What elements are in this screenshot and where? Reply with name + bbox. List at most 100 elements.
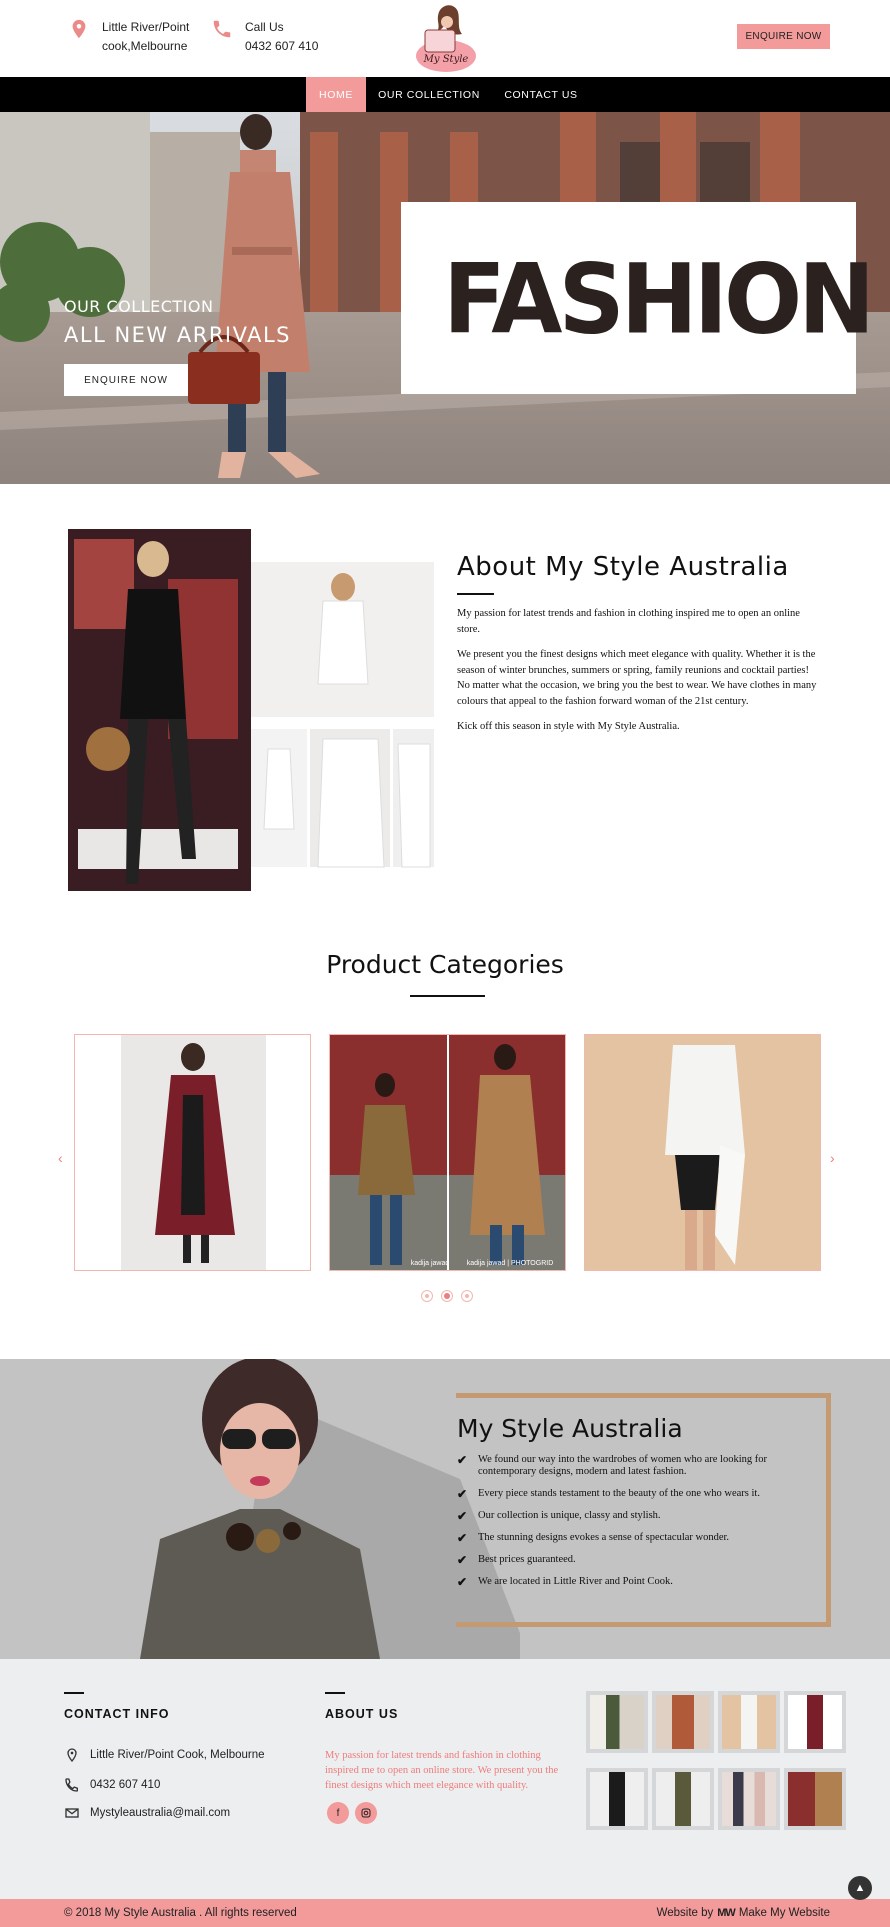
feature-point: We are located in Little River and Point… [478,1576,673,1587]
checkmark-icon: ✔ [457,1487,468,1501]
logo-text: My Style [423,54,469,65]
gallery-thumb[interactable] [652,1691,714,1753]
checkmark-icon: ✔ [457,1531,468,1545]
list-item: ✔ Our collection is unique, classy and st… [457,1510,817,1522]
instagram-icon[interactable] [355,1802,377,1824]
category-image-1 [75,1035,310,1270]
fashion-collage-card: FASHION [401,202,875,394]
contact-info-heading: CONTACT INFO [64,1707,170,1721]
carousel-dot-3[interactable] [461,1290,473,1302]
category-card-1[interactable] [74,1034,311,1271]
list-item: ✔ Every piece stands testament to the bea… [457,1488,817,1500]
gallery-thumb[interactable] [718,1691,780,1753]
gallery-thumb[interactable] [718,1768,780,1830]
location-pin-icon [72,19,86,39]
site-footer: CONTACT INFO Little River/Point Cook, Me… [0,1659,890,1899]
footer-about-text: My passion for latest trends and fashion… [325,1750,559,1791]
about-collage [68,529,434,891]
about-title: About My Style Australia [457,552,789,582]
footer-phone: 0432 607 410 [64,1777,160,1793]
feature-title: My Style Australia [457,1414,683,1443]
header-address-line1: Little River/Point [102,20,190,34]
header-enquire-button[interactable]: ENQUIRE NOW [737,24,830,49]
copyright-text: © 2018 My Style Australia . All rights r… [64,1907,297,1919]
site-header: Little River/Point cook,Melbourne Call U… [0,0,890,77]
logo-illustration: My Style [416,5,476,72]
make-my-website-logo: MW [717,1907,736,1919]
checkmark-icon: ✔ [457,1509,468,1523]
checkmark-icon: ✔ [457,1575,468,1589]
gallery-thumb[interactable] [784,1768,846,1830]
gallery-thumb[interactable] [784,1691,846,1753]
credit-prefix: Website by [656,1907,714,1919]
header-phone-link[interactable]: 0432 607 410 [245,39,318,53]
categories-title-underline [410,995,485,997]
feature-list: ✔ We found our way into the wardrobes of … [457,1454,817,1598]
header-address: Little River/Point cook,Melbourne [68,18,189,56]
fashion-collage-word: FASHION [443,243,875,356]
feature-point: Our collection is unique, classy and sty… [478,1510,661,1521]
footer-email-link[interactable]: Mystyleaustralia@mail.com [90,1807,230,1819]
footer-address-text: Little River/Point Cook, Melbourne [90,1749,265,1761]
list-item: ✔ We found our way into the wardrobes of … [457,1454,817,1478]
nav-home[interactable]: HOME [306,77,366,112]
chevron-right-icon[interactable]: › [830,1150,835,1166]
category-image-3 [585,1035,820,1270]
credit-name: Make My Website [738,1907,830,1919]
header-call: Call Us 0432 607 410 [211,18,318,56]
about-heading-rule [325,1692,345,1694]
footer-email: Mystyleaustralia@mail.com [64,1805,230,1821]
category-image-2-caption: kadija jawad | PHOTOGRID [467,1260,554,1267]
phone-icon [65,1778,78,1792]
about-us-heading: ABOUT US [325,1707,399,1721]
facebook-icon[interactable]: f [327,1802,349,1824]
scroll-to-top-button[interactable]: ▲ [848,1876,872,1900]
category-image-2: kadija jawad kadija jawad | PHOTOGRID [330,1035,565,1270]
about-paragraph: Kick off this season in style with My St… [457,721,680,732]
checkmark-icon: ✔ [457,1553,468,1567]
carousel-pagination [421,1290,473,1302]
gallery-thumb[interactable] [586,1691,648,1753]
chevron-left-icon[interactable]: ‹ [58,1150,63,1166]
header-address-line2: cook,Melbourne [102,39,188,53]
category-card-3[interactable] [584,1034,821,1271]
hero-enquire-button[interactable]: ENQUIRE NOW [64,364,188,396]
about-paragraph: We present you the finest designs which … [457,649,817,707]
category-card-2[interactable]: kadija jawad kadija jawad | PHOTOGRID [329,1034,566,1271]
checkmark-icon: ✔ [457,1453,468,1467]
instagram-glyph [361,1808,371,1818]
list-item: ✔ Best prices guaranteed. [457,1554,817,1566]
carousel-dot-2[interactable] [441,1290,453,1302]
list-item: ✔ The stunning designs evokes a sense of … [457,1532,817,1544]
main-nav: HOME OUR COLLECTION CONTACT US [0,77,890,112]
nav-our-collection[interactable]: OUR COLLECTION [366,77,492,112]
nav-contact-us[interactable]: CONTACT US [492,77,590,112]
website-credit[interactable]: Website by MW Make My Website [657,1907,830,1919]
list-item: ✔ We are located in Little River and Poin… [457,1576,817,1588]
feature-point: We found our way into the wardrobes of w… [478,1454,767,1477]
about-text: My passion for latest trends and fashion… [457,606,823,745]
footer-bottom-bar: © 2018 My Style Australia . All rights r… [0,1899,890,1927]
hero-kicker: OUR COLLECTION [64,297,214,316]
categories-title: Product Categories [326,950,564,979]
gallery-thumb[interactable] [652,1768,714,1830]
location-pin-icon [67,1748,77,1763]
feature-point: The stunning designs evokes a sense of s… [478,1532,730,1543]
phone-icon [213,20,231,38]
feature-band: My Style Australia ✔ We found our way int… [0,1359,890,1659]
feature-point: Every piece stands testament to the beau… [478,1488,760,1499]
hero-title: ALL NEW ARRIVALS [64,323,292,347]
gallery-thumb[interactable] [586,1768,648,1830]
site-logo[interactable]: My Style [413,2,479,74]
carousel-dot-1[interactable] [421,1290,433,1302]
feature-point: Best prices guaranteed. [478,1554,576,1565]
contact-heading-rule [64,1692,84,1694]
call-us-label: Call Us [245,20,284,34]
category-image-2-caption: kadija jawad [411,1260,450,1267]
about-paragraph: My passion for latest trends and fashion… [457,608,800,635]
footer-address: Little River/Point Cook, Melbourne [64,1747,265,1763]
about-title-underline [457,593,494,595]
footer-phone-link[interactable]: 0432 607 410 [90,1779,160,1791]
mail-icon [65,1808,79,1818]
hero-banner: OUR COLLECTION ALL NEW ARRIVALS ENQUIRE … [0,112,890,484]
